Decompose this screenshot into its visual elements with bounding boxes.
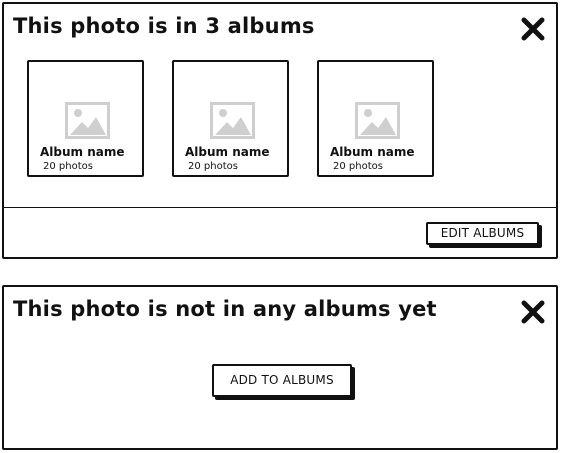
album-card[interactable]: Album name 20 photos	[317, 60, 434, 177]
album-name: Album name	[330, 145, 415, 159]
album-photo-count: 20 photos	[188, 161, 238, 172]
footer-divider	[4, 207, 556, 208]
album-photo-count: 20 photos	[43, 161, 93, 172]
no-albums-dialog: This photo is not in any albums yet ADD …	[2, 285, 558, 450]
close-icon[interactable]	[520, 299, 546, 325]
add-to-albums-button[interactable]: ADD TO ALBUMS	[212, 364, 352, 397]
image-placeholder-icon	[210, 102, 255, 139]
albums-dialog: This photo is in 3 albums Album name 20 …	[2, 2, 558, 259]
album-card[interactable]: Album name 20 photos	[27, 60, 144, 177]
album-name: Album name	[185, 145, 270, 159]
album-photo-count: 20 photos	[333, 161, 383, 172]
edit-albums-button[interactable]: EDIT ALBUMS	[426, 222, 539, 245]
dialog-title: This photo is not in any albums yet	[13, 297, 437, 321]
image-placeholder-icon	[65, 102, 110, 139]
image-placeholder-icon	[355, 102, 400, 139]
close-icon[interactable]	[520, 16, 546, 42]
album-name: Album name	[40, 145, 125, 159]
dialog-title: This photo is in 3 albums	[13, 14, 315, 38]
album-card[interactable]: Album name 20 photos	[172, 60, 289, 177]
